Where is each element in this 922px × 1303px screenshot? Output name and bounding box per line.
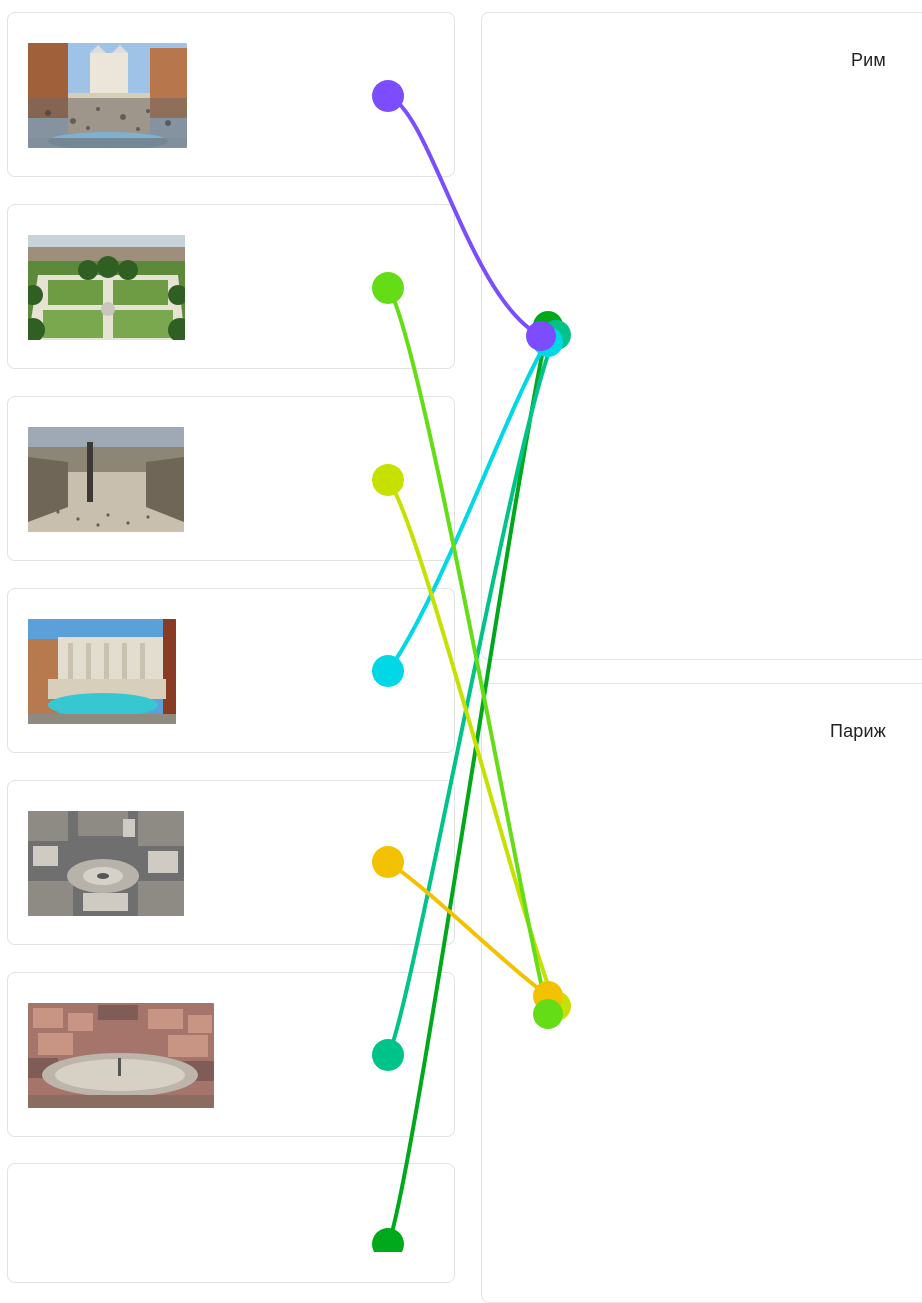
- drop-target-paris[interactable]: Париж: [481, 683, 922, 1303]
- place-des-vosges-photo: [28, 235, 185, 340]
- trevi-fountain-photo: [28, 619, 176, 724]
- match-item-card[interactable]: [7, 1163, 455, 1283]
- place-vendome-photo: [28, 427, 184, 532]
- match-item-card[interactable]: [7, 204, 455, 369]
- drop-target-rome[interactable]: Рим: [481, 12, 922, 660]
- match-item-card[interactable]: [7, 12, 455, 177]
- spanish-steps-photo: [28, 43, 187, 148]
- match-item-card[interactable]: [7, 588, 455, 753]
- match-item-card[interactable]: [7, 780, 455, 945]
- target-label-paris: Париж: [829, 721, 886, 741]
- match-item-card[interactable]: [7, 396, 455, 561]
- target-label-rome: Рим: [850, 50, 886, 70]
- place-des-victoires-photo: [28, 811, 184, 916]
- piazza-del-popolo-photo: [28, 1003, 214, 1108]
- match-item-card[interactable]: [7, 972, 455, 1137]
